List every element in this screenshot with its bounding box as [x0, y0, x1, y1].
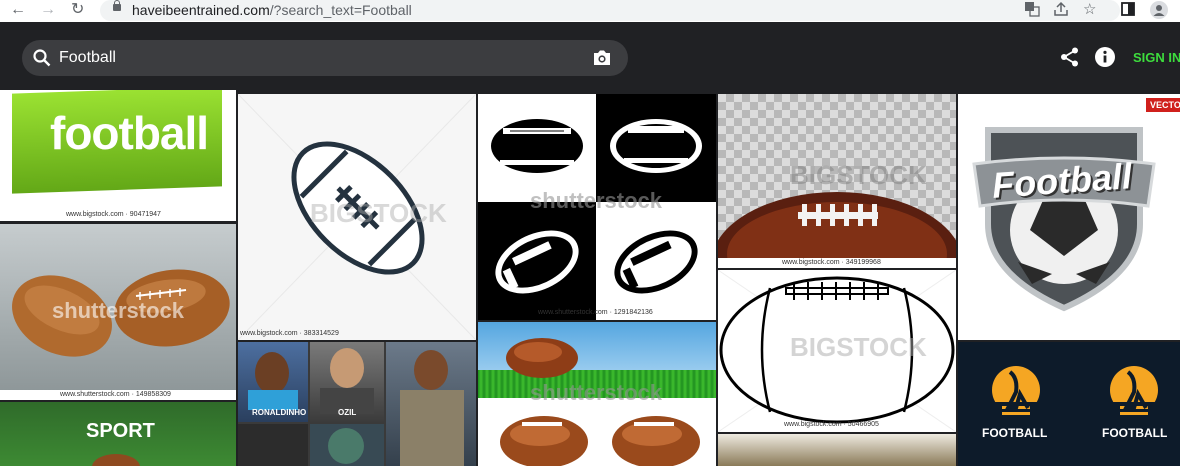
url-text[interactable]: haveibeentrained.com/?search_text=Footba… [132, 2, 412, 18]
collage-caption: OZIL [338, 408, 357, 417]
logo-label: FOOTBALL [1102, 426, 1168, 440]
watermark: BIGSTOCK [790, 332, 927, 362]
image-credit: www.bigstock.com · 90471947 [66, 211, 161, 218]
image-credit: www.shutterstock.com · 1291842136 [538, 309, 653, 316]
collage-caption: RONALDINHO [252, 408, 307, 417]
share-page-icon[interactable] [1053, 1, 1069, 22]
app-header: SIGN IN [0, 22, 1180, 90]
watermark: BIGSTOCK [310, 198, 447, 228]
bookmark-star-icon[interactable]: ☆ [1083, 1, 1096, 19]
image-credit: www.bigstock.com · 383314529 [240, 330, 339, 337]
collage-photo-5 [310, 424, 384, 466]
address-bar[interactable]: haveibeentrained.com/?search_text=Footba… [100, 0, 1120, 21]
search-input[interactable] [59, 40, 579, 76]
url-domain: haveibeentrained.com [132, 2, 270, 18]
collage-photo-4 [238, 424, 308, 466]
translate-icon[interactable] [1024, 1, 1040, 22]
sport-text: SPORT [86, 420, 155, 442]
image-credit: www.shutterstock.com · 149858309 [60, 391, 171, 398]
forward-arrow-icon[interactable]: → [40, 1, 56, 19]
back-arrow-icon[interactable]: ← [10, 1, 26, 19]
image-credit: www.bigstock.com · 50466905 [784, 421, 879, 428]
result-image-football-outline-icon[interactable]: BIGSTOCK www.bigstock.com · 383314529 [238, 94, 476, 340]
watermark: BIGSTOCK [790, 160, 927, 190]
collage-photo-3 [386, 342, 476, 466]
watermark: shutterstock [530, 188, 663, 213]
result-image-partial[interactable] [718, 434, 956, 466]
profile-icon[interactable] [1150, 1, 1168, 24]
result-image-football-sign[interactable]: football www.bigstock.com · 90471947 [0, 90, 236, 221]
football-shape [92, 454, 140, 466]
browser-toolbar: ← → ↻ haveibeentrained.com/?search_text=… [0, 0, 1180, 22]
result-image-player-collage[interactable]: RONALDINHO OZIL [238, 342, 476, 466]
result-image-balls-on-grass[interactable]: shutterstock [478, 322, 716, 466]
sign-text: football [50, 107, 209, 159]
results-grid: football www.bigstock.com · 90471947 shu… [0, 90, 1180, 466]
lock-icon[interactable] [113, 0, 121, 11]
watermark: shutterstock [52, 298, 185, 323]
url-path: /?search_text=Football [269, 2, 412, 18]
emblem-drawing [972, 127, 1156, 312]
result-image-football-icons-set[interactable]: shutterstock www.shutterstock.com · 1291… [478, 94, 716, 320]
search-icon[interactable] [32, 48, 52, 68]
side-panel-icon[interactable] [1120, 1, 1136, 22]
logos-drawing [992, 366, 1158, 418]
result-image-sport[interactable]: SPORT [0, 402, 236, 466]
image-credit: www.bigstock.com · 349199968 [782, 259, 881, 266]
info-icon[interactable] [1094, 46, 1116, 68]
result-image-two-balls[interactable]: shutterstock www.shutterstock.com · 1498… [0, 224, 236, 400]
watermark: shutterstock [530, 380, 663, 405]
result-image-football-closeup[interactable]: BIGSTOCK www.bigstock.com · 349199968 [718, 94, 956, 268]
search-bar[interactable] [22, 40, 628, 76]
sign-in-button[interactable]: SIGN IN [1133, 50, 1180, 65]
result-image-football-logos[interactable]: FOOTBALL FOOTBALL [958, 342, 1180, 466]
logo-label: FOOTBALL [982, 426, 1048, 440]
camera-icon[interactable] [591, 47, 613, 69]
share-icon[interactable] [1059, 46, 1081, 68]
result-image-football-emblem[interactable]: VECTO Football [958, 94, 1180, 340]
result-image-football-line-art[interactable]: BIGSTOCK www.bigstock.com · 50466905 [718, 270, 956, 432]
reload-icon[interactable]: ↻ [71, 1, 84, 19]
